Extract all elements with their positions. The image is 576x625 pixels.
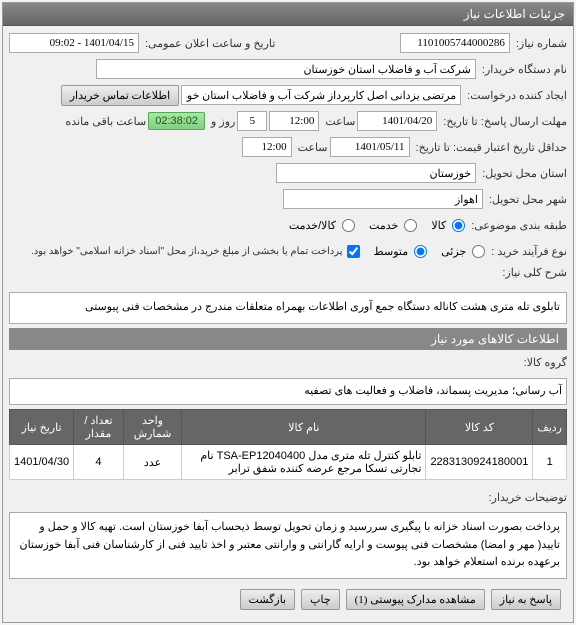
row-buyer-org: نام دستگاه خریدار: (9, 58, 567, 80)
row-goods-group: گروه کالا: (9, 352, 567, 374)
goods-table: ردیف کد کالا نام کالا واحد شمارش تعداد /… (9, 409, 567, 480)
cell-idx: 1 (533, 445, 567, 480)
pt-low-text: جزئی (441, 245, 466, 258)
row-buyer-notes-label: توضیحات خریدار: (9, 486, 567, 508)
row-need-no: شماره نیاز: تاریخ و ساعت اعلان عمومی: (9, 32, 567, 54)
th-name: نام کالا (182, 410, 426, 445)
th-row: ردیف (533, 410, 567, 445)
print-button[interactable]: چاپ (301, 589, 340, 610)
day-label: روز و (211, 115, 235, 128)
remaining-time: 02:38:02 (148, 112, 205, 130)
row-province: استان محل تحویل: (9, 162, 567, 184)
buyer-org-field[interactable] (96, 59, 476, 79)
treasury-checkbox[interactable] (347, 245, 360, 258)
class-service-text: خدمت (369, 219, 398, 232)
th-date: تاریخ نیاز (10, 410, 74, 445)
days-field[interactable] (237, 111, 267, 131)
class-service-group: خدمت (369, 219, 417, 232)
cell-qty: 4 (74, 445, 124, 480)
validity-label: حداقل تاریخ اعتبار قیمت: تا تاریخ: (416, 141, 567, 154)
pt-low-group: جزئی (441, 245, 485, 258)
th-qty: تعداد / مقدار (74, 410, 124, 445)
purchase-note: پرداخت تمام یا بخشی از مبلغ خرید،از محل … (31, 246, 343, 257)
need-title-label: شرح کلی نیاز: (502, 266, 567, 279)
class-goods-text: کالا (431, 219, 446, 232)
buyer-notes-box: پرداخت بصورت اسناد خزانه با پیگیری سررسی… (9, 512, 567, 579)
cell-code: 2283130924180001 (426, 445, 533, 480)
row-need-title: شرح کلی نیاز: (9, 266, 567, 288)
goods-group-label: گروه کالا: (524, 356, 567, 369)
row-deadline: مهلت ارسال پاسخ: تا تاریخ: ساعت روز و 02… (9, 110, 567, 132)
announce-label: تاریخ و ساعت اعلان عمومی: (145, 37, 275, 50)
deadline-time-field[interactable] (269, 111, 319, 131)
pt-med-group: متوسط (374, 245, 428, 258)
footer-actions: پاسخ به نیاز مشاهده مدارک پیوستی (1) چاپ… (9, 583, 567, 616)
goods-group-box: آب رسانی؛ مدیریت پسماند، فاضلاب و فعالیت… (9, 378, 567, 406)
class-both-text: کالا/خدمت (289, 219, 336, 232)
classify-label: طبقه بندی موضوعی: (471, 219, 567, 232)
deadline-label: مهلت ارسال پاسخ: تا تاریخ: (443, 115, 567, 128)
back-button[interactable]: بازگشت (240, 589, 296, 610)
row-classification: طبقه بندی موضوعی: کالا خدمت کالا/خدمت (9, 214, 567, 236)
row-purchase-type: نوع فرآیند خرید : جزئی متوسط پرداخت تمام… (9, 240, 567, 262)
need-title-box: تابلوی تله متری هشت کاناله دستگاه جمع آو… (9, 292, 567, 324)
th-code: کد کالا (426, 410, 533, 445)
validity-time-field[interactable] (242, 137, 292, 157)
panel-body: شماره نیاز: تاریخ و ساعت اعلان عمومی: نا… (3, 26, 573, 622)
class-both-radio[interactable] (342, 219, 355, 232)
cell-unit: عدد (123, 445, 181, 480)
validity-time-label: ساعت (298, 141, 328, 154)
reply-button[interactable]: پاسخ به نیاز (491, 589, 561, 610)
need-no-label: شماره نیاز: (516, 37, 567, 50)
buyer-org-label: نام دستگاه خریدار: (482, 63, 567, 76)
remaining-label: ساعت باقی مانده (65, 115, 146, 128)
panel-title: جزئیات اطلاعات نیاز (3, 3, 573, 26)
class-goods-radio[interactable] (452, 219, 465, 232)
row-validity: حداقل تاریخ اعتبار قیمت: تا تاریخ: ساعت (9, 136, 567, 158)
province-label: استان محل تحویل: (482, 167, 567, 180)
class-both-group: کالا/خدمت (289, 219, 355, 232)
announce-field[interactable] (9, 33, 139, 53)
details-panel: جزئیات اطلاعات نیاز شماره نیاز: تاریخ و … (2, 2, 574, 623)
purchase-type-label: نوع فرآیند خرید : (491, 245, 567, 258)
row-requester: ایجاد کننده درخواست: اطلاعات تماس خریدار (9, 84, 567, 106)
validity-date-field[interactable] (330, 137, 410, 157)
buyer-notes-label: توضیحات خریدار: (489, 491, 567, 504)
requester-label: ایجاد کننده درخواست: (467, 89, 567, 102)
row-city: شهر محل تحویل: (9, 188, 567, 210)
attachments-button[interactable]: مشاهده مدارک پیوستی (1) (346, 589, 485, 610)
table-header-row: ردیف کد کالا نام کالا واحد شمارش تعداد /… (10, 410, 567, 445)
province-field[interactable] (276, 163, 476, 183)
class-goods-group: کالا (431, 219, 465, 232)
th-unit: واحد شمارش (123, 410, 181, 445)
contact-buyer-button[interactable]: اطلاعات تماس خریدار (61, 85, 179, 106)
pt-med-radio[interactable] (414, 245, 427, 258)
pt-med-text: متوسط (374, 245, 409, 258)
class-service-radio[interactable] (404, 219, 417, 232)
city-label: شهر محل تحویل: (489, 193, 567, 206)
deadline-time-label: ساعت (325, 115, 355, 128)
deadline-date-field[interactable] (357, 111, 437, 131)
need-no-field[interactable] (400, 33, 510, 53)
requester-field[interactable] (181, 85, 461, 105)
pt-low-radio[interactable] (472, 245, 485, 258)
cell-name: تابلو کنترل تله متری مدل TSA-EP12040400 … (182, 445, 426, 480)
goods-section-title: اطلاعات کالاهای مورد نیاز (9, 328, 567, 350)
table-row[interactable]: 1 2283130924180001 تابلو کنترل تله متری … (10, 445, 567, 480)
city-field[interactable] (283, 189, 483, 209)
cell-date: 1401/04/30 (10, 445, 74, 480)
